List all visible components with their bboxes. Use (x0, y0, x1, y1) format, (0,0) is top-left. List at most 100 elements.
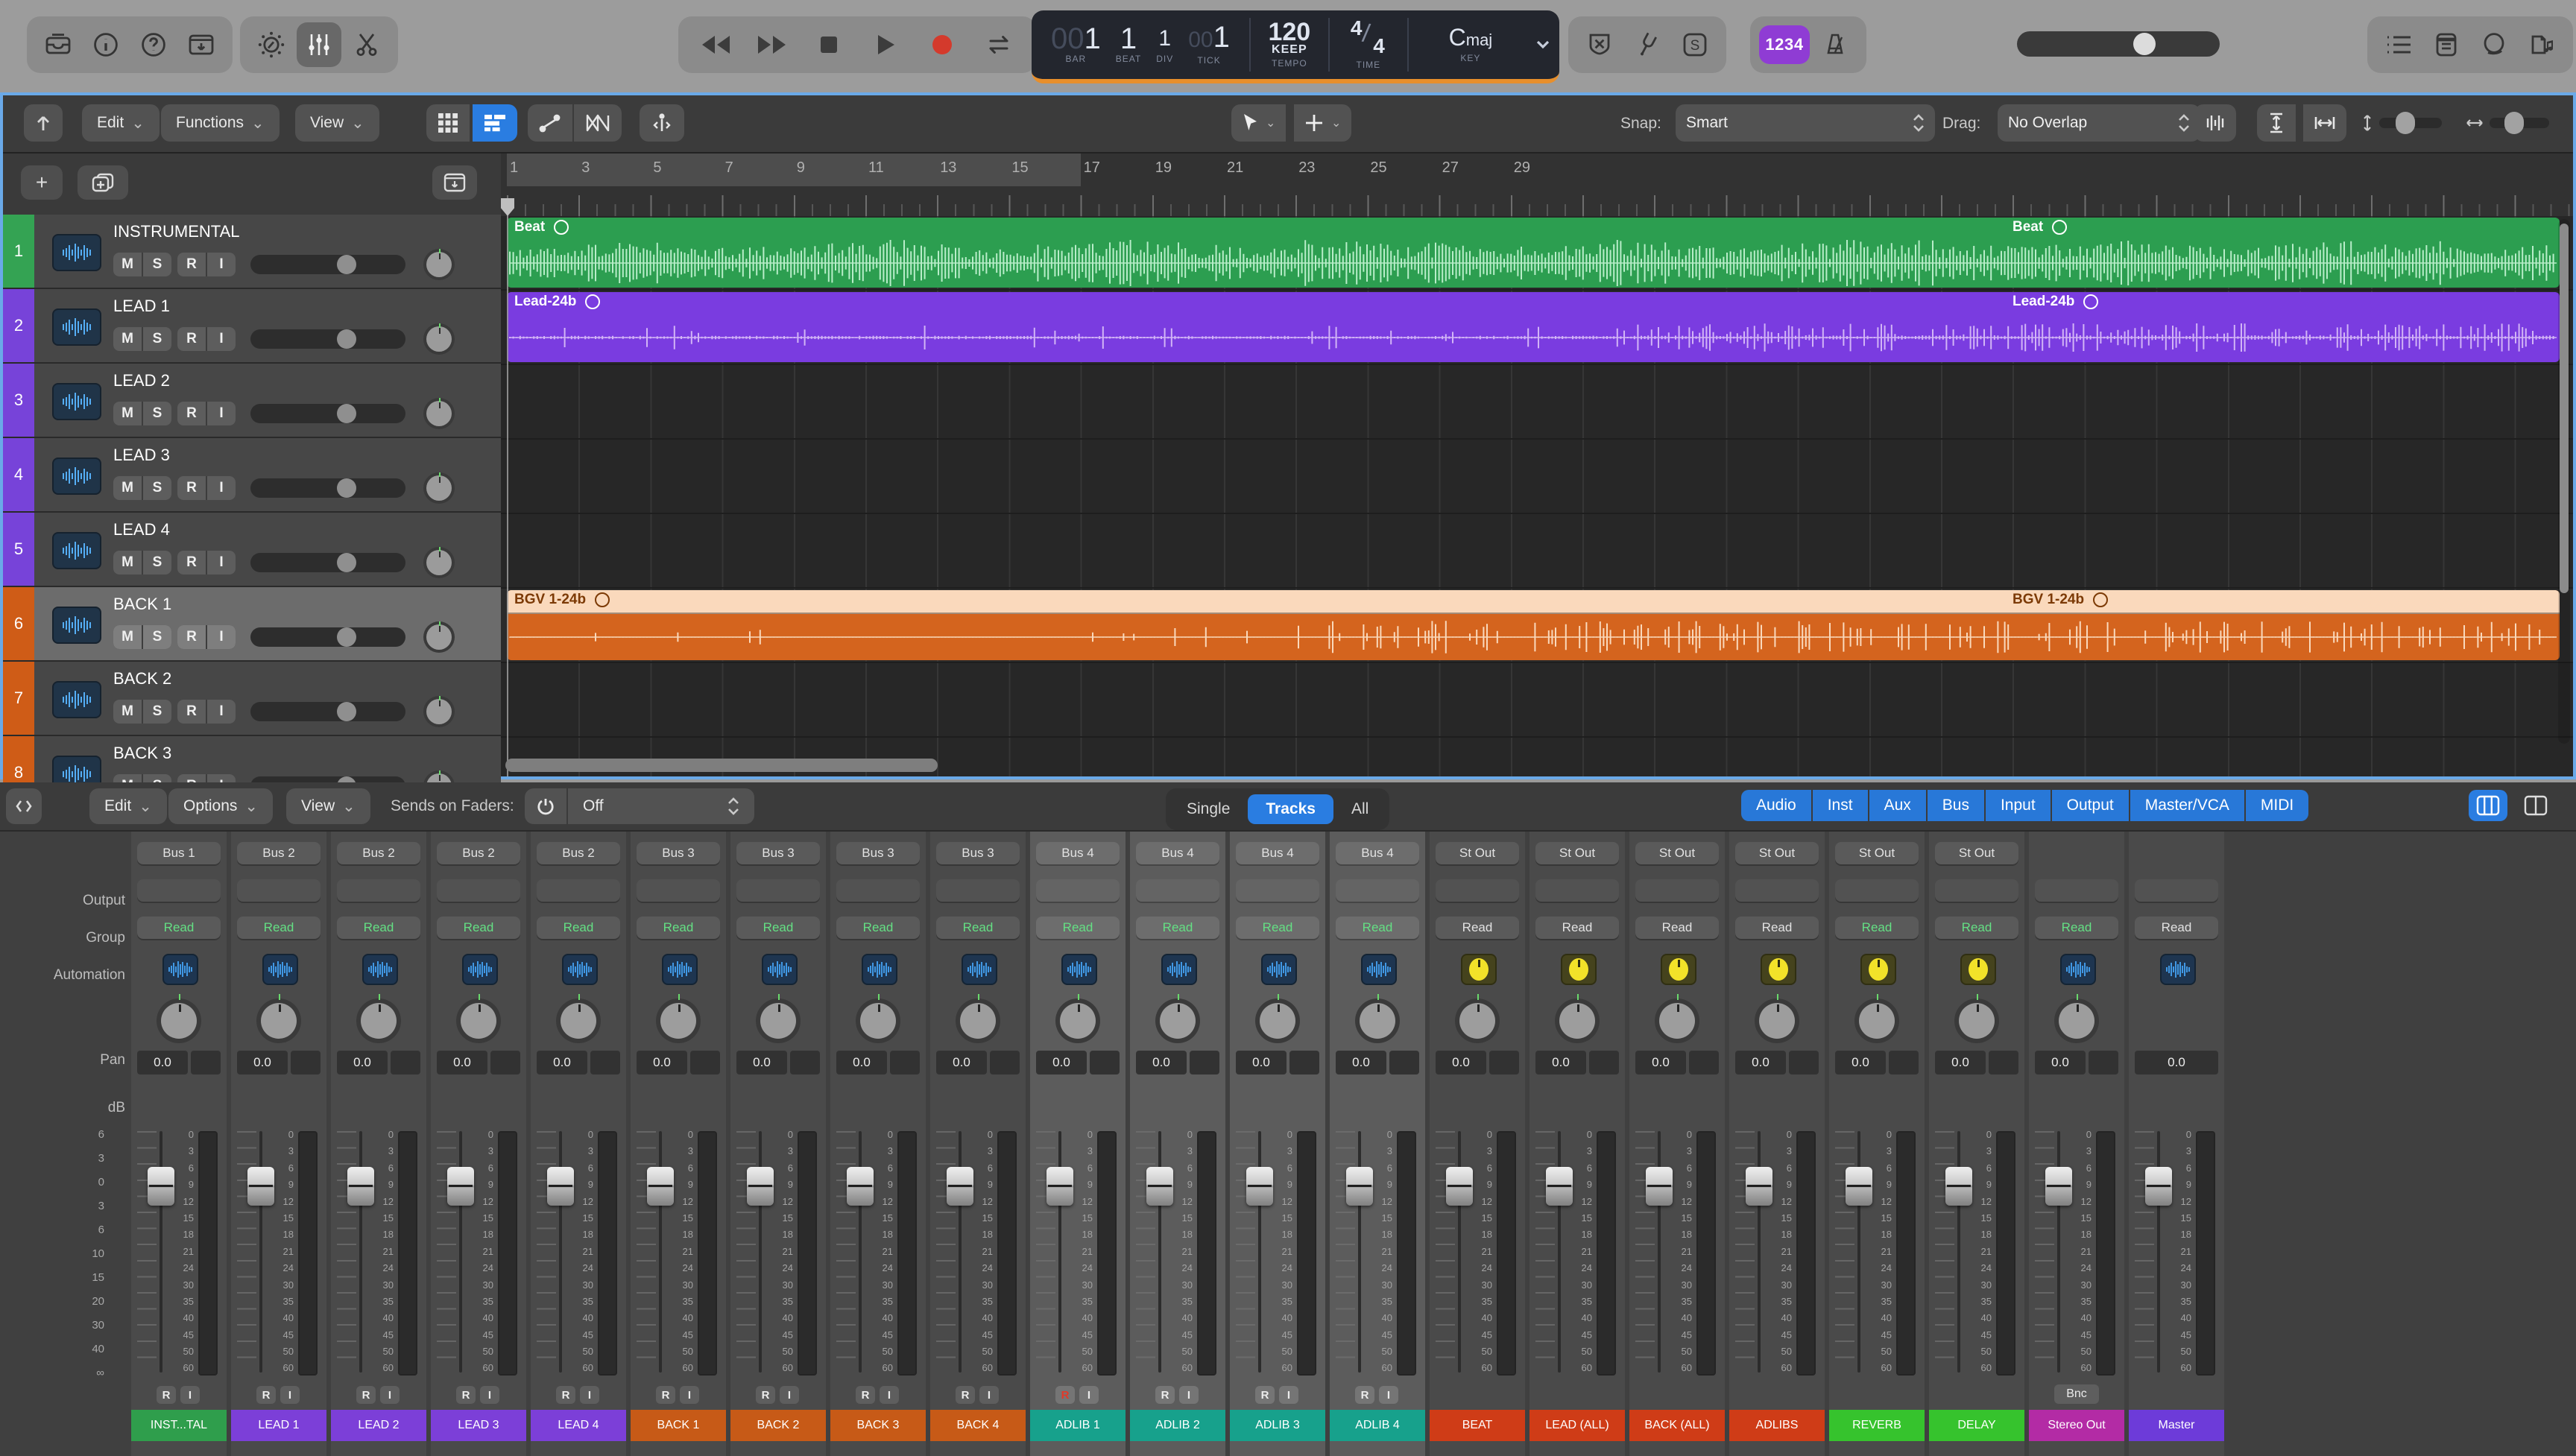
pan-knob[interactable] (956, 998, 1000, 1043)
track-volume-knob[interactable] (337, 627, 356, 647)
channel-strip-lead-3[interactable]: Bus 2Read0.003691215182124303540455060RI… (431, 832, 526, 1456)
mute-button[interactable]: M (113, 327, 142, 351)
channel-strip-lead-1[interactable]: Bus 2Read0.003691215182124303540455060RI… (231, 832, 326, 1456)
channel-strip-name[interactable]: BEAT (1430, 1410, 1525, 1441)
time-signature-display[interactable]: 4 / 4 TIME (1330, 10, 1407, 79)
channel-strip-name[interactable]: BACK 2 (730, 1410, 826, 1441)
record-enable-button[interactable]: R (256, 1386, 276, 1404)
channel-strip-name[interactable]: LEAD 1 (231, 1410, 326, 1441)
track-volume-slider[interactable] (250, 329, 405, 349)
stop-icon[interactable] (806, 22, 851, 67)
solo-button[interactable]: S (143, 700, 171, 724)
add-track-button[interactable]: + (21, 165, 63, 200)
record-enable-button[interactable]: R (456, 1386, 476, 1404)
bar-ruler[interactable]: 1357911131517192123252729 (501, 153, 2573, 188)
automation-button[interactable]: Read (736, 917, 820, 939)
forward-icon[interactable] (750, 22, 795, 67)
input-monitor-button[interactable]: I (880, 1386, 899, 1404)
track-pan-knob[interactable] (423, 621, 455, 653)
automation-button[interactable]: Read (537, 917, 620, 939)
track-volume-slider[interactable] (250, 702, 405, 721)
group-button[interactable] (1436, 879, 1519, 902)
pan-knob[interactable] (1854, 998, 1899, 1043)
pan-knob[interactable] (157, 998, 201, 1043)
record-enable-button[interactable]: R (177, 700, 206, 724)
group-button[interactable] (1036, 879, 1120, 902)
info-icon[interactable] (83, 22, 128, 67)
channel-strip-name[interactable]: LEAD 2 (331, 1410, 426, 1441)
record-enable-button[interactable]: R (177, 253, 206, 276)
horizontal-zoom-knob[interactable] (2504, 112, 2524, 134)
volume-db-value[interactable]: 0.0 (2135, 1051, 2218, 1074)
volume-db-value[interactable]: 0.0 (1835, 1051, 1886, 1074)
channel-strip-name[interactable]: ADLIB 2 (1130, 1410, 1225, 1441)
pan-knob[interactable] (856, 998, 900, 1043)
automation-button[interactable]: Read (337, 917, 420, 939)
back-arrow-button[interactable] (24, 104, 63, 142)
group-button[interactable] (1535, 879, 1619, 902)
output-button[interactable]: Bus 4 (1136, 842, 1219, 864)
channel-strip-back-all-[interactable]: St OutRead0.003691215182124303540455060M… (1629, 832, 1725, 1456)
mute-button[interactable]: M (113, 402, 142, 425)
input-monitor-button[interactable]: I (1179, 1386, 1199, 1404)
group-button[interactable] (1635, 879, 1719, 902)
arrange-track-lane[interactable]: BeatBeat (501, 216, 2573, 291)
channel-strip-back-2[interactable]: Bus 3Read0.003691215182124303540455060RI… (730, 832, 826, 1456)
group-button[interactable] (137, 879, 221, 902)
channel-strip-beat[interactable]: St OutRead0.003691215182124303540455060M… (1430, 832, 1525, 1456)
channel-strip-name[interactable]: REVERB (1829, 1410, 1925, 1441)
automation-button[interactable]: Read (1835, 917, 1919, 939)
grid-view-icon[interactable] (426, 104, 470, 142)
track-pan-knob[interactable] (423, 398, 455, 429)
channel-strip-lead-all-[interactable]: St OutRead0.003691215182124303540455060M… (1530, 832, 1625, 1456)
channel-strip-name[interactable]: BACK 4 (930, 1410, 1026, 1441)
output-button[interactable]: Bus 3 (736, 842, 820, 864)
channel-strip-name[interactable]: INST...TAL (131, 1410, 227, 1441)
solo-icon[interactable]: S (1673, 22, 1717, 67)
record-enable-button[interactable]: R (1255, 1386, 1275, 1404)
track-volume-knob[interactable] (337, 329, 356, 349)
arrange-vertical-scrollbar[interactable] (2558, 219, 2570, 744)
track-volume-knob[interactable] (337, 702, 356, 721)
pan-knob[interactable] (1954, 998, 1999, 1043)
drag-select[interactable]: No Overlap (1998, 104, 2200, 142)
channel-strip-delay[interactable]: St OutRead0.003691215182124303540455060M… (1929, 832, 2024, 1456)
solo-button[interactable]: S (143, 625, 171, 649)
channel-strip-name[interactable]: ADLIBS (1729, 1410, 1825, 1441)
track-header-back-2[interactable]: 7BACK 2MSRI (3, 662, 501, 736)
output-button[interactable]: Bus 3 (637, 842, 720, 864)
tempo-display[interactable]: 120 KEEP TEMPO (1251, 10, 1328, 79)
channel-strip-back-1[interactable]: Bus 3Read0.003691215182124303540455060RI… (631, 832, 726, 1456)
solo-button[interactable]: S (143, 476, 171, 500)
solo-button[interactable]: S (143, 253, 171, 276)
output-button[interactable]: St Out (1835, 842, 1919, 864)
pan-knob[interactable] (1355, 998, 1400, 1043)
record-enable-button[interactable]: R (656, 1386, 675, 1404)
group-button[interactable] (1336, 879, 1419, 902)
channel-strip-lead-2[interactable]: Bus 2Read0.003691215182124303540455060RI… (331, 832, 426, 1456)
track-volume-knob[interactable] (337, 478, 356, 498)
channel-strip-adlibs[interactable]: St OutRead0.003691215182124303540455060M… (1729, 832, 1825, 1456)
input-monitor-button[interactable]: I (480, 1386, 499, 1404)
channel-strip-back-4[interactable]: Bus 3Read0.003691215182124303540455060RI… (930, 832, 1026, 1456)
solo-button[interactable]: S (143, 402, 171, 425)
view-menu[interactable]: View⌄ (295, 104, 379, 142)
record-enable-button[interactable]: R (157, 1386, 176, 1404)
horizontal-zoom-slider[interactable] (2466, 109, 2549, 137)
track-volume-knob[interactable] (337, 553, 356, 572)
automation-button[interactable]: Read (2135, 917, 2218, 939)
volume-db-value[interactable]: 0.0 (437, 1051, 487, 1074)
record-enable-button[interactable]: R (177, 327, 206, 351)
vertical-auto-zoom-icon[interactable] (2257, 104, 2296, 142)
flex-icon[interactable] (640, 104, 684, 142)
input-monitor-button[interactable]: I (580, 1386, 599, 1404)
edit-menu[interactable]: Edit⌄ (82, 104, 160, 142)
arrange-track-lane[interactable] (501, 365, 2573, 440)
loop-browser-icon[interactable] (2472, 22, 2516, 67)
media-browser-icon[interactable] (2519, 22, 2564, 67)
pan-knob[interactable] (256, 998, 301, 1043)
volume-db-value[interactable]: 0.0 (836, 1051, 887, 1074)
duplicate-track-button[interactable] (78, 165, 128, 200)
record-enable-button[interactable]: R (1355, 1386, 1374, 1404)
volume-db-value[interactable]: 0.0 (1635, 1051, 1686, 1074)
